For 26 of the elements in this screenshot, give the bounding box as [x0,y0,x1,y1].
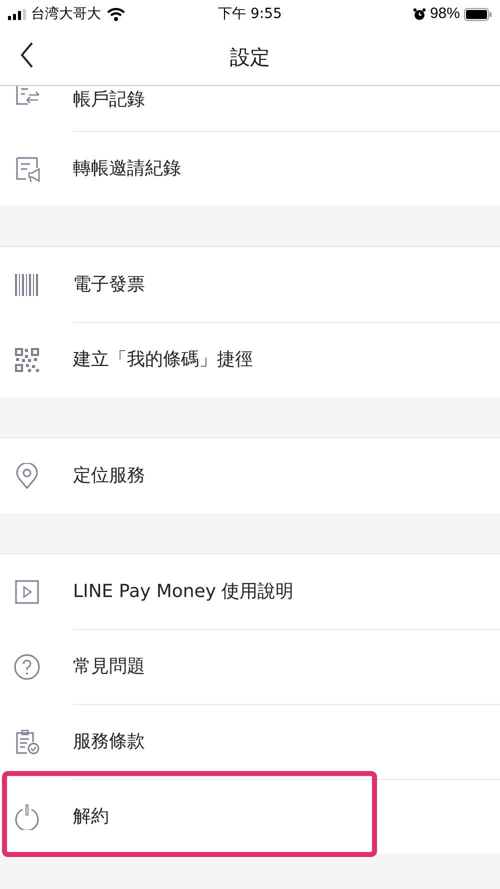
battery-percent: 98% [430,4,460,24]
item-label[interactable]: 服務條款 [73,728,145,755]
play-icon [14,578,40,604]
item-label[interactable]: 帳戶記錄 [73,86,145,113]
item-label[interactable]: 常見問題 [73,653,145,680]
item-label[interactable]: 轉帳邀請紀錄 [73,155,181,182]
qr-code-icon [14,346,40,372]
alarm-icon [412,8,426,20]
battery-icon [464,8,492,20]
help-icon [14,654,40,680]
power-icon [14,804,40,830]
item-label[interactable]: 定位服務 [73,462,145,489]
item-label[interactable]: 建立「我的條碼」捷徑 [73,346,253,373]
barcode-icon [14,272,40,298]
page-title: 設定 [230,44,270,70]
back-icon [20,42,34,68]
map-pin-icon [14,462,40,488]
clipboard-check-icon [14,728,40,754]
carrier-name: 台湾大哥大 [31,4,101,24]
document-megaphone-icon [14,156,40,182]
clock-time: 下午 9:55 [218,4,282,24]
item-label[interactable]: 解約 [73,803,109,830]
item-label[interactable]: LINE Pay Money 使用說明 [73,578,294,605]
item-label[interactable]: 電子發票 [73,271,145,298]
signal-icon [8,8,26,20]
wifi-icon [107,8,125,20]
